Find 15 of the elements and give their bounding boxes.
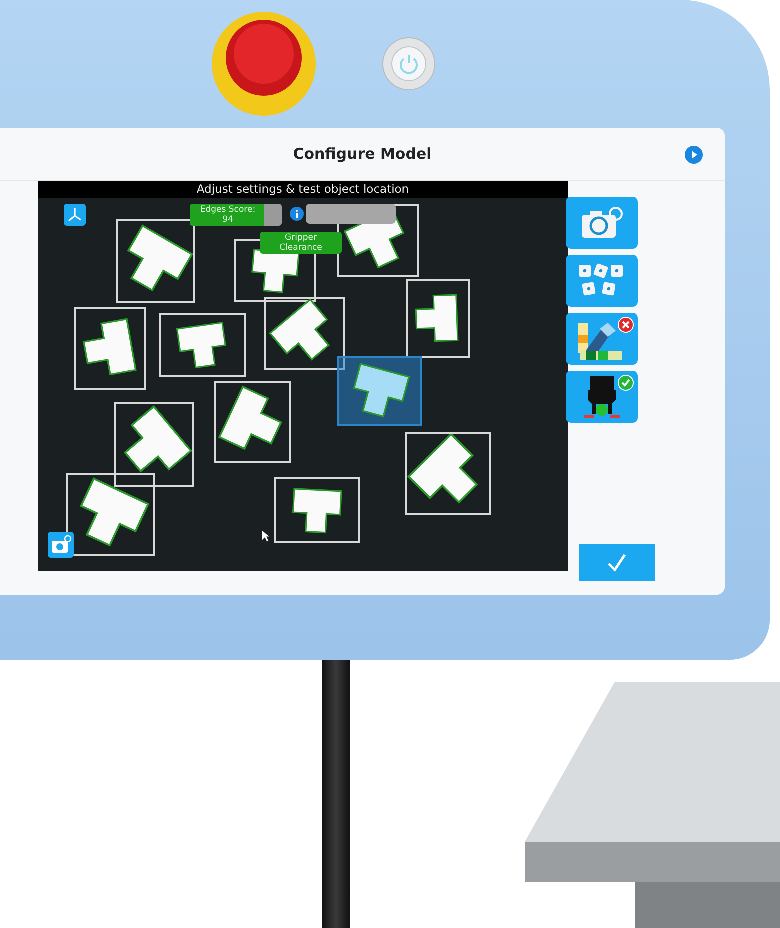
window-title: Configure Model: [293, 145, 432, 163]
gripper-clearance-tooltip: Gripper Clearance: [260, 232, 342, 254]
play-icon[interactable]: [685, 146, 703, 164]
tool-button[interactable]: [566, 313, 638, 365]
emergency-stop-button[interactable]: [210, 10, 318, 118]
camera-view-title: Adjust settings & test object location: [38, 181, 568, 198]
axes-icon[interactable]: [64, 204, 86, 226]
gripper-icon: [582, 374, 622, 420]
camera-refresh-icon: [580, 206, 624, 240]
cursor-icon: [261, 529, 271, 543]
edges-score-label: Edges Score: 94: [199, 205, 257, 225]
tool-button[interactable]: [566, 371, 638, 423]
info-icon[interactable]: [290, 207, 304, 221]
checkmark-icon: [606, 552, 628, 574]
camera-icon[interactable]: [48, 532, 74, 558]
